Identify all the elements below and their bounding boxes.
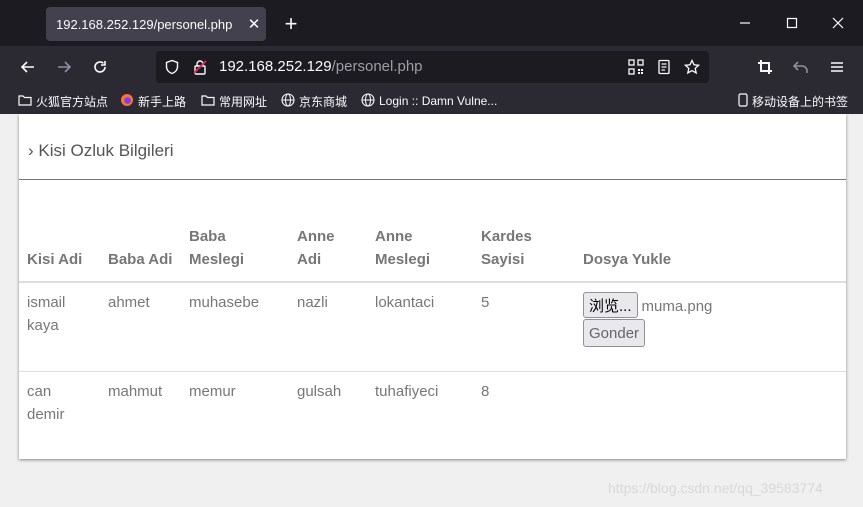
- title-bar: 192.168.252.129/personel.php ✕ +: [0, 0, 863, 46]
- shield-icon[interactable]: [164, 59, 180, 80]
- forward-arrow-icon[interactable]: [49, 52, 79, 82]
- column-header-anne-meslegi: Anne Meslegi: [367, 217, 473, 283]
- bookmark-label: 京东商城: [299, 94, 348, 109]
- mobile-bookmarks-label: 移动设备上的书签: [752, 94, 849, 109]
- divider: [19, 179, 846, 180]
- browse-file-button[interactable]: 浏览...: [583, 292, 638, 318]
- folder-icon: [201, 94, 215, 109]
- table-row: ismail kaya ahmet muhasebe nazli lokanta…: [19, 281, 846, 372]
- bookmark-label: Login :: Damn Vulne...: [379, 94, 498, 108]
- tab-title: 192.168.252.129/personel.php: [56, 16, 233, 32]
- bookmark-item-firefox-official[interactable]: 火狐官方站点: [18, 88, 108, 114]
- cell-dosya-yukle: 浏览... muma.png Gonder: [575, 281, 846, 372]
- cell-baba-adi: ahmet: [100, 281, 181, 372]
- globe-icon: [361, 92, 375, 110]
- bookmark-label: 新手上路: [138, 94, 187, 109]
- personnel-table: Kisi Adi Baba Adi Baba Meslegi Anne Adi …: [19, 217, 846, 444]
- column-header-anne-adi: Anne Adi: [289, 217, 367, 283]
- cell-dosya-yukle: [575, 371, 846, 444]
- back-arrow-icon[interactable]: [13, 52, 43, 82]
- cell-baba-adi: mahmut: [100, 371, 181, 444]
- menu-hamburger-icon[interactable]: [822, 52, 852, 82]
- bookmark-star-icon[interactable]: [683, 58, 701, 80]
- url-host: 192.168.252.129: [219, 58, 332, 75]
- gonder-submit-button[interactable]: Gonder: [583, 319, 646, 347]
- cell-kardes-sayisi: 5: [473, 281, 575, 372]
- page-viewport: › Kisi Ozluk Bilgileri Kisi Adi Baba Adi…: [3, 114, 860, 507]
- selected-file-name: muma.png: [641, 297, 713, 315]
- table-header-row: Kisi Adi Baba Adi Baba Meslegi Anne Adi …: [19, 217, 846, 283]
- personnel-card: › Kisi Ozluk Bilgileri Kisi Adi Baba Adi…: [19, 114, 846, 459]
- upload-form: 浏览... muma.png: [583, 292, 838, 318]
- folder-icon: [18, 94, 32, 109]
- qr-code-icon[interactable]: [628, 59, 644, 80]
- reload-icon[interactable]: [85, 52, 115, 82]
- bookmark-item-common-sites[interactable]: 常用网址: [201, 88, 267, 114]
- navigation-bar: 192.168.252.129/personel.php: [0, 46, 863, 88]
- screenshot-crop-icon[interactable]: [750, 52, 780, 82]
- cell-kisi-adi: ismail kaya: [19, 281, 100, 372]
- active-tab[interactable]: 192.168.252.129/personel.php ✕: [46, 7, 266, 41]
- column-header-kardes-sayisi: Kardes Sayisi: [473, 217, 575, 283]
- bookmark-item-getting-started[interactable]: 新手上路: [120, 88, 186, 114]
- undo-icon[interactable]: [786, 52, 816, 82]
- firefox-logo-icon: [120, 93, 134, 110]
- column-header-kisi-adi: Kisi Adi: [19, 217, 100, 283]
- close-window-icon[interactable]: [815, 0, 861, 46]
- cell-anne-adi: nazli: [289, 281, 367, 372]
- maximize-icon[interactable]: [769, 0, 815, 46]
- cell-anne-adi: gulsah: [289, 371, 367, 444]
- cell-anne-meslegi: tuhafiyeci: [367, 371, 473, 444]
- bookmark-item-jd[interactable]: 京东商城: [281, 88, 347, 114]
- mobile-bookmarks[interactable]: 移动设备上的书签: [738, 88, 848, 114]
- bookmark-item-dvwa[interactable]: Login :: Damn Vulne...: [361, 88, 497, 114]
- page-title-text: Kisi Ozluk Bilgileri: [38, 141, 174, 160]
- cell-kisi-adi: can demir: [19, 371, 100, 444]
- url-text[interactable]: 192.168.252.129/personel.php: [219, 51, 423, 83]
- tab-close-icon[interactable]: ✕: [242, 15, 266, 33]
- table-row: can demir mahmut memur gulsah tuhafiyeci…: [19, 371, 846, 444]
- chevron-right-icon: ›: [28, 141, 34, 160]
- bookmarks-toolbar: 火狐官方站点 新手上路 常用网址 京东商城 Login :: Damn Vuln…: [0, 88, 863, 114]
- bookmark-label: 火狐官方站点: [36, 94, 109, 109]
- insecure-lock-icon[interactable]: [192, 59, 208, 80]
- cell-baba-meslegi: memur: [181, 371, 289, 444]
- cell-kardes-sayisi: 8: [473, 371, 575, 444]
- url-bar[interactable]: 192.168.252.129/personel.php: [156, 51, 709, 83]
- column-header-baba-meslegi: Baba Meslegi: [181, 217, 289, 283]
- bookmark-label: 常用网址: [219, 94, 268, 109]
- reader-view-icon[interactable]: [656, 59, 672, 80]
- cell-baba-meslegi: muhasebe: [181, 281, 289, 372]
- minimize-icon[interactable]: [722, 0, 768, 46]
- column-header-dosya-yukle: Dosya Yukle: [575, 217, 846, 283]
- url-path: /personel.php: [331, 58, 423, 75]
- page-title: › Kisi Ozluk Bilgileri: [28, 141, 174, 161]
- new-tab-button[interactable]: +: [278, 10, 304, 38]
- cell-anne-meslegi: lokantaci: [367, 281, 473, 372]
- column-header-baba-adi: Baba Adi: [100, 217, 181, 283]
- watermark: https://blog.csdn.net/qq_39583774: [608, 480, 823, 496]
- globe-icon: [281, 92, 295, 110]
- mobile-device-icon: [738, 92, 748, 110]
